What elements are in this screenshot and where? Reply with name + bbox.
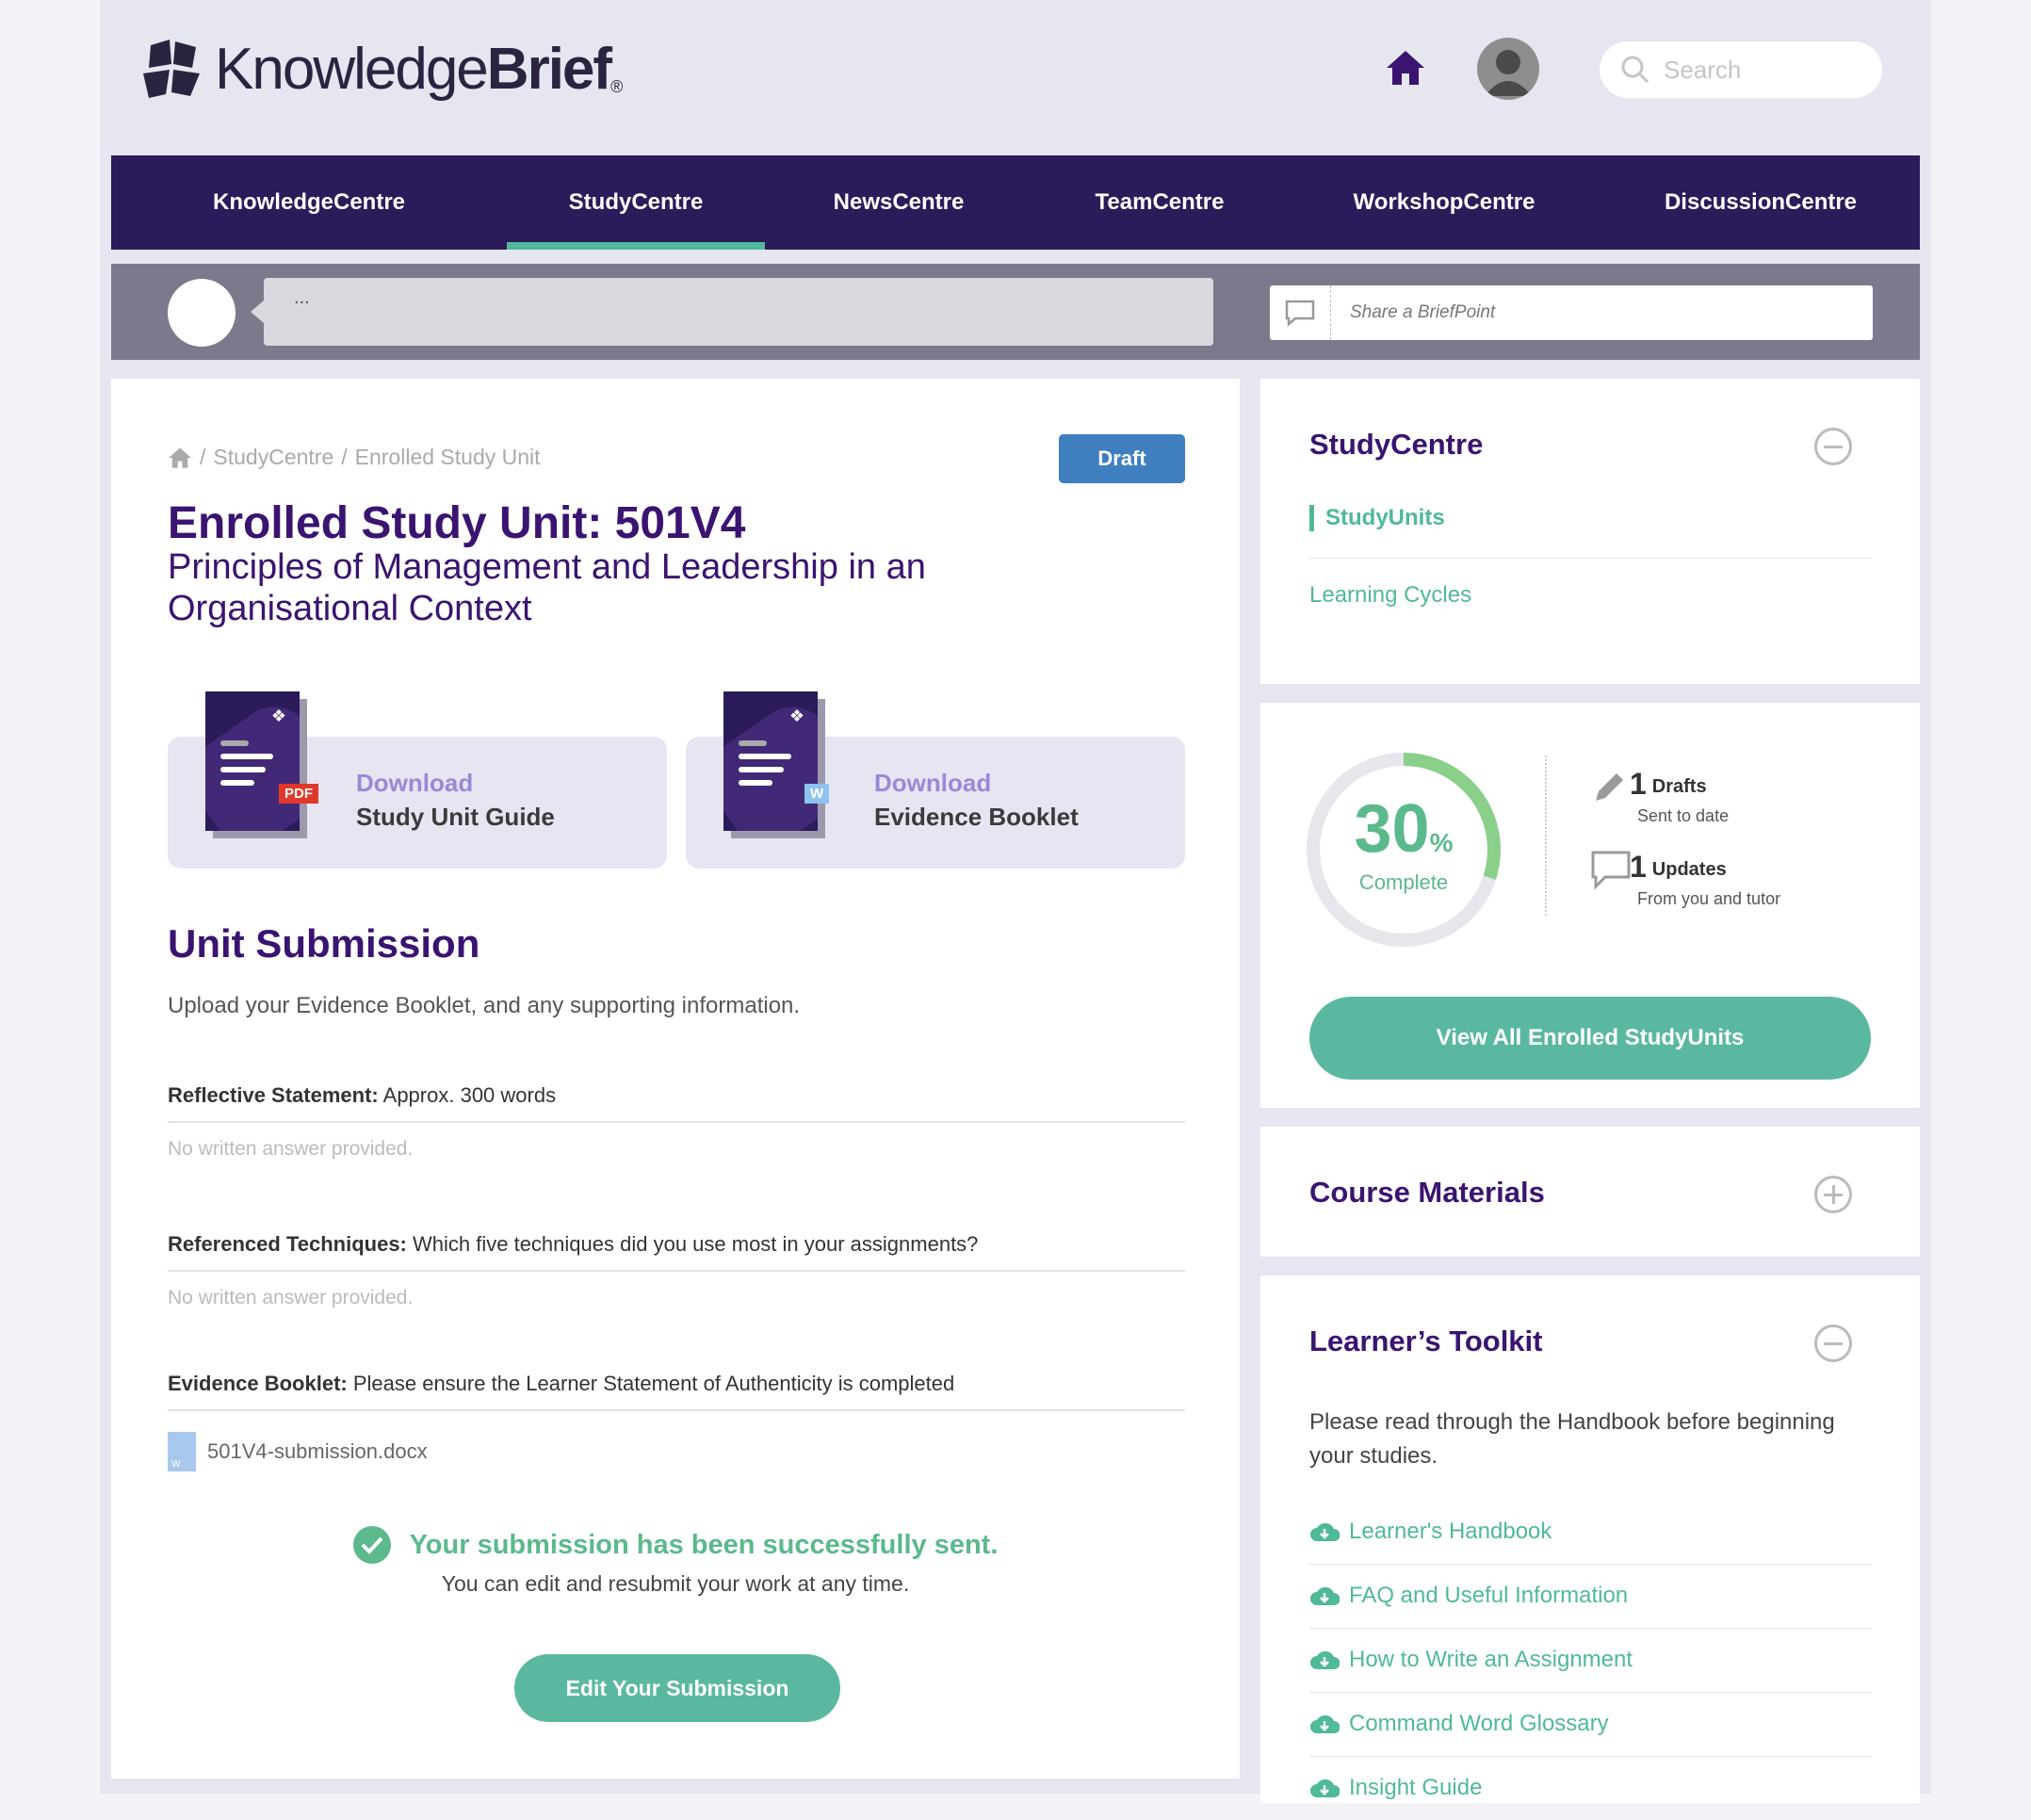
page-subtitle: Principles of Management and Leadership … [168,547,926,628]
learners-toolkit-title: Learner’s Toolkit [1309,1324,1543,1357]
success-title: Your submission has been successfully se… [409,1529,999,1560]
expand-course-materials-plus-icon[interactable] [1814,1176,1852,1213]
status-badge: Draft [1059,434,1185,483]
sidebar-item-learning-cycles[interactable]: Learning Cycles [1309,582,1471,609]
toolkit-link-how-to-write[interactable]: How to Write an Assignment [1309,1628,1871,1693]
word-badge: W [804,784,830,804]
question-evidence-booklet: Evidence Booklet: Please ensure the Lear… [168,1372,1185,1411]
comment-icon [1285,300,1315,327]
collapse-studycentre-minus-icon[interactable] [1814,428,1852,465]
learners-toolkit-panel: Learner’s Toolkit Please read through th… [1260,1276,1920,1803]
section-description: Upload your Evidence Booklet, and any su… [168,993,801,1018]
divider [1309,558,1871,559]
search-box[interactable] [1600,41,1882,98]
briefpoint-bar: ... Share a BriefPoint [111,264,1920,360]
success-message: Your submission has been successfully se… [111,1526,1240,1597]
toolkit-link-command-word-glossary[interactable]: Command Word Glossary [1309,1692,1871,1757]
toolkit-link-faq[interactable]: FAQ and Useful Information [1309,1564,1871,1629]
course-materials-title: Course Materials [1309,1176,1545,1209]
toolkit-description: Please read through the Handbook before … [1309,1409,1835,1469]
cloud-download-icon [1310,1779,1340,1797]
cloud-download-icon [1310,1714,1340,1733]
avatar-icon [1485,50,1532,96]
main-card: / StudyCentre / Enrolled Study Unit Draf… [111,379,1240,1779]
cloud-download-icon [1310,1586,1340,1605]
edit-submission-button[interactable]: Edit Your Submission [514,1654,840,1722]
briefpoint-bubble: ... [251,278,1213,346]
progress-label: Complete [1358,870,1449,894]
logo-wordmark: KnowledgeBrief® [215,37,624,102]
question-label: Referenced Techniques: Which five techni… [168,1232,1185,1272]
course-materials-panel: Course Materials [1260,1127,1920,1257]
progress-percent: 30% [1354,791,1454,867]
sidebar-item-studyunits[interactable]: StudyUnits [1309,505,1445,531]
logo[interactable]: KnowledgeBrief® [138,34,623,106]
user-avatar[interactable] [1477,38,1539,100]
nav-workshopcentre[interactable]: WorkshopCentre [1287,155,1601,250]
nav-teamcentre[interactable]: TeamCentre [1032,155,1287,250]
cloud-download-icon [1310,1650,1340,1669]
toolkit-link-learners-handbook[interactable]: Learner's Handbook [1309,1500,1871,1565]
download-name-label: Evidence Booklet [874,803,1079,831]
download-name-label: Study Unit Guide [356,803,555,831]
toolkit-link-insight-guide[interactable]: Insight Guide [1309,1756,1871,1820]
page-frame: KnowledgeBrief® KnowledgeCentre StudyCen… [100,0,1931,1803]
search-input[interactable] [1662,54,1873,86]
progress-panel: 30% Complete 1 Drafts Sent to date 1 Upd… [1260,703,1920,1108]
page-title: Enrolled Study Unit: 501V4 [168,498,746,548]
main-nav: KnowledgeCentre StudyCentre NewsCentre T… [111,155,1920,250]
pdf-badge: PDF [279,784,318,804]
search-icon [1621,56,1649,84]
download-action-label: Download [356,769,474,797]
breadcrumb-studycentre[interactable]: StudyCentre [213,445,333,470]
success-subtitle: You can edit and resubmit your work at a… [441,1571,910,1596]
cloud-download-icon [1310,1522,1340,1541]
nav-knowledgecentre[interactable]: KnowledgeCentre [111,155,507,250]
logo-icon [143,40,200,98]
nav-newscentre[interactable]: NewsCentre [765,155,1032,250]
drafts-stat: 1 Drafts Sent to date [1630,767,1730,825]
download-study-unit-guide[interactable]: ❖ PDF Download Study Unit Guide [168,691,667,869]
download-action-label: Download [874,769,992,797]
share-briefpoint-input[interactable]: Share a BriefPoint [1270,285,1873,340]
question-label: Evidence Booklet: Please ensure the Lear… [168,1372,1185,1411]
question-reflective-statement: Reflective Statement: Approx. 300 words … [168,1083,1185,1161]
question-answer: No written answer provided. [168,1287,414,1308]
book-cover-icon: ❖ [723,691,818,831]
comment-icon-wrap [1270,285,1331,340]
question-label: Reflective Statement: Approx. 300 words [168,1083,1185,1123]
uploaded-file[interactable]: 501V4-submission.docx [168,1432,428,1471]
briefpoint-avatar [168,279,236,347]
breadcrumb: / StudyCentre / Enrolled Study Unit [168,445,541,470]
nav-studycentre[interactable]: StudyCentre [507,155,765,250]
question-answer: No written answer provided. [168,1138,414,1160]
breadcrumb-current: Enrolled Study Unit [354,445,541,469]
breadcrumb-home-icon[interactable] [168,447,192,469]
view-all-studyunits-button[interactable]: View All Enrolled StudyUnits [1309,997,1871,1080]
check-icon [352,1526,391,1564]
collapse-toolkit-minus-icon[interactable] [1814,1324,1852,1362]
section-title: Unit Submission [168,921,480,966]
updates-stat: 1 Updates From you and tutor [1630,850,1781,908]
file-name: 501V4-submission.docx [207,1439,428,1463]
download-evidence-booklet[interactable]: ❖ W Download Evidence Booklet [686,691,1185,869]
breadcrumb-separator: / [341,445,348,469]
studycentre-panel-title: StudyCentre [1309,428,1484,461]
book-cover-icon: ❖ [205,691,300,831]
home-icon[interactable] [1385,49,1426,87]
nav-discussioncentre[interactable]: DiscussionCentre [1601,155,1920,250]
document-icon [168,1432,196,1471]
studycentre-panel: StudyCentre StudyUnits Learning Cycles [1260,379,1920,684]
question-referenced-techniques: Referenced Techniques: Which five techni… [168,1232,1185,1309]
divider [1545,756,1547,916]
breadcrumb-separator: / [200,445,206,469]
share-briefpoint-placeholder: Share a BriefPoint [1350,302,1496,322]
